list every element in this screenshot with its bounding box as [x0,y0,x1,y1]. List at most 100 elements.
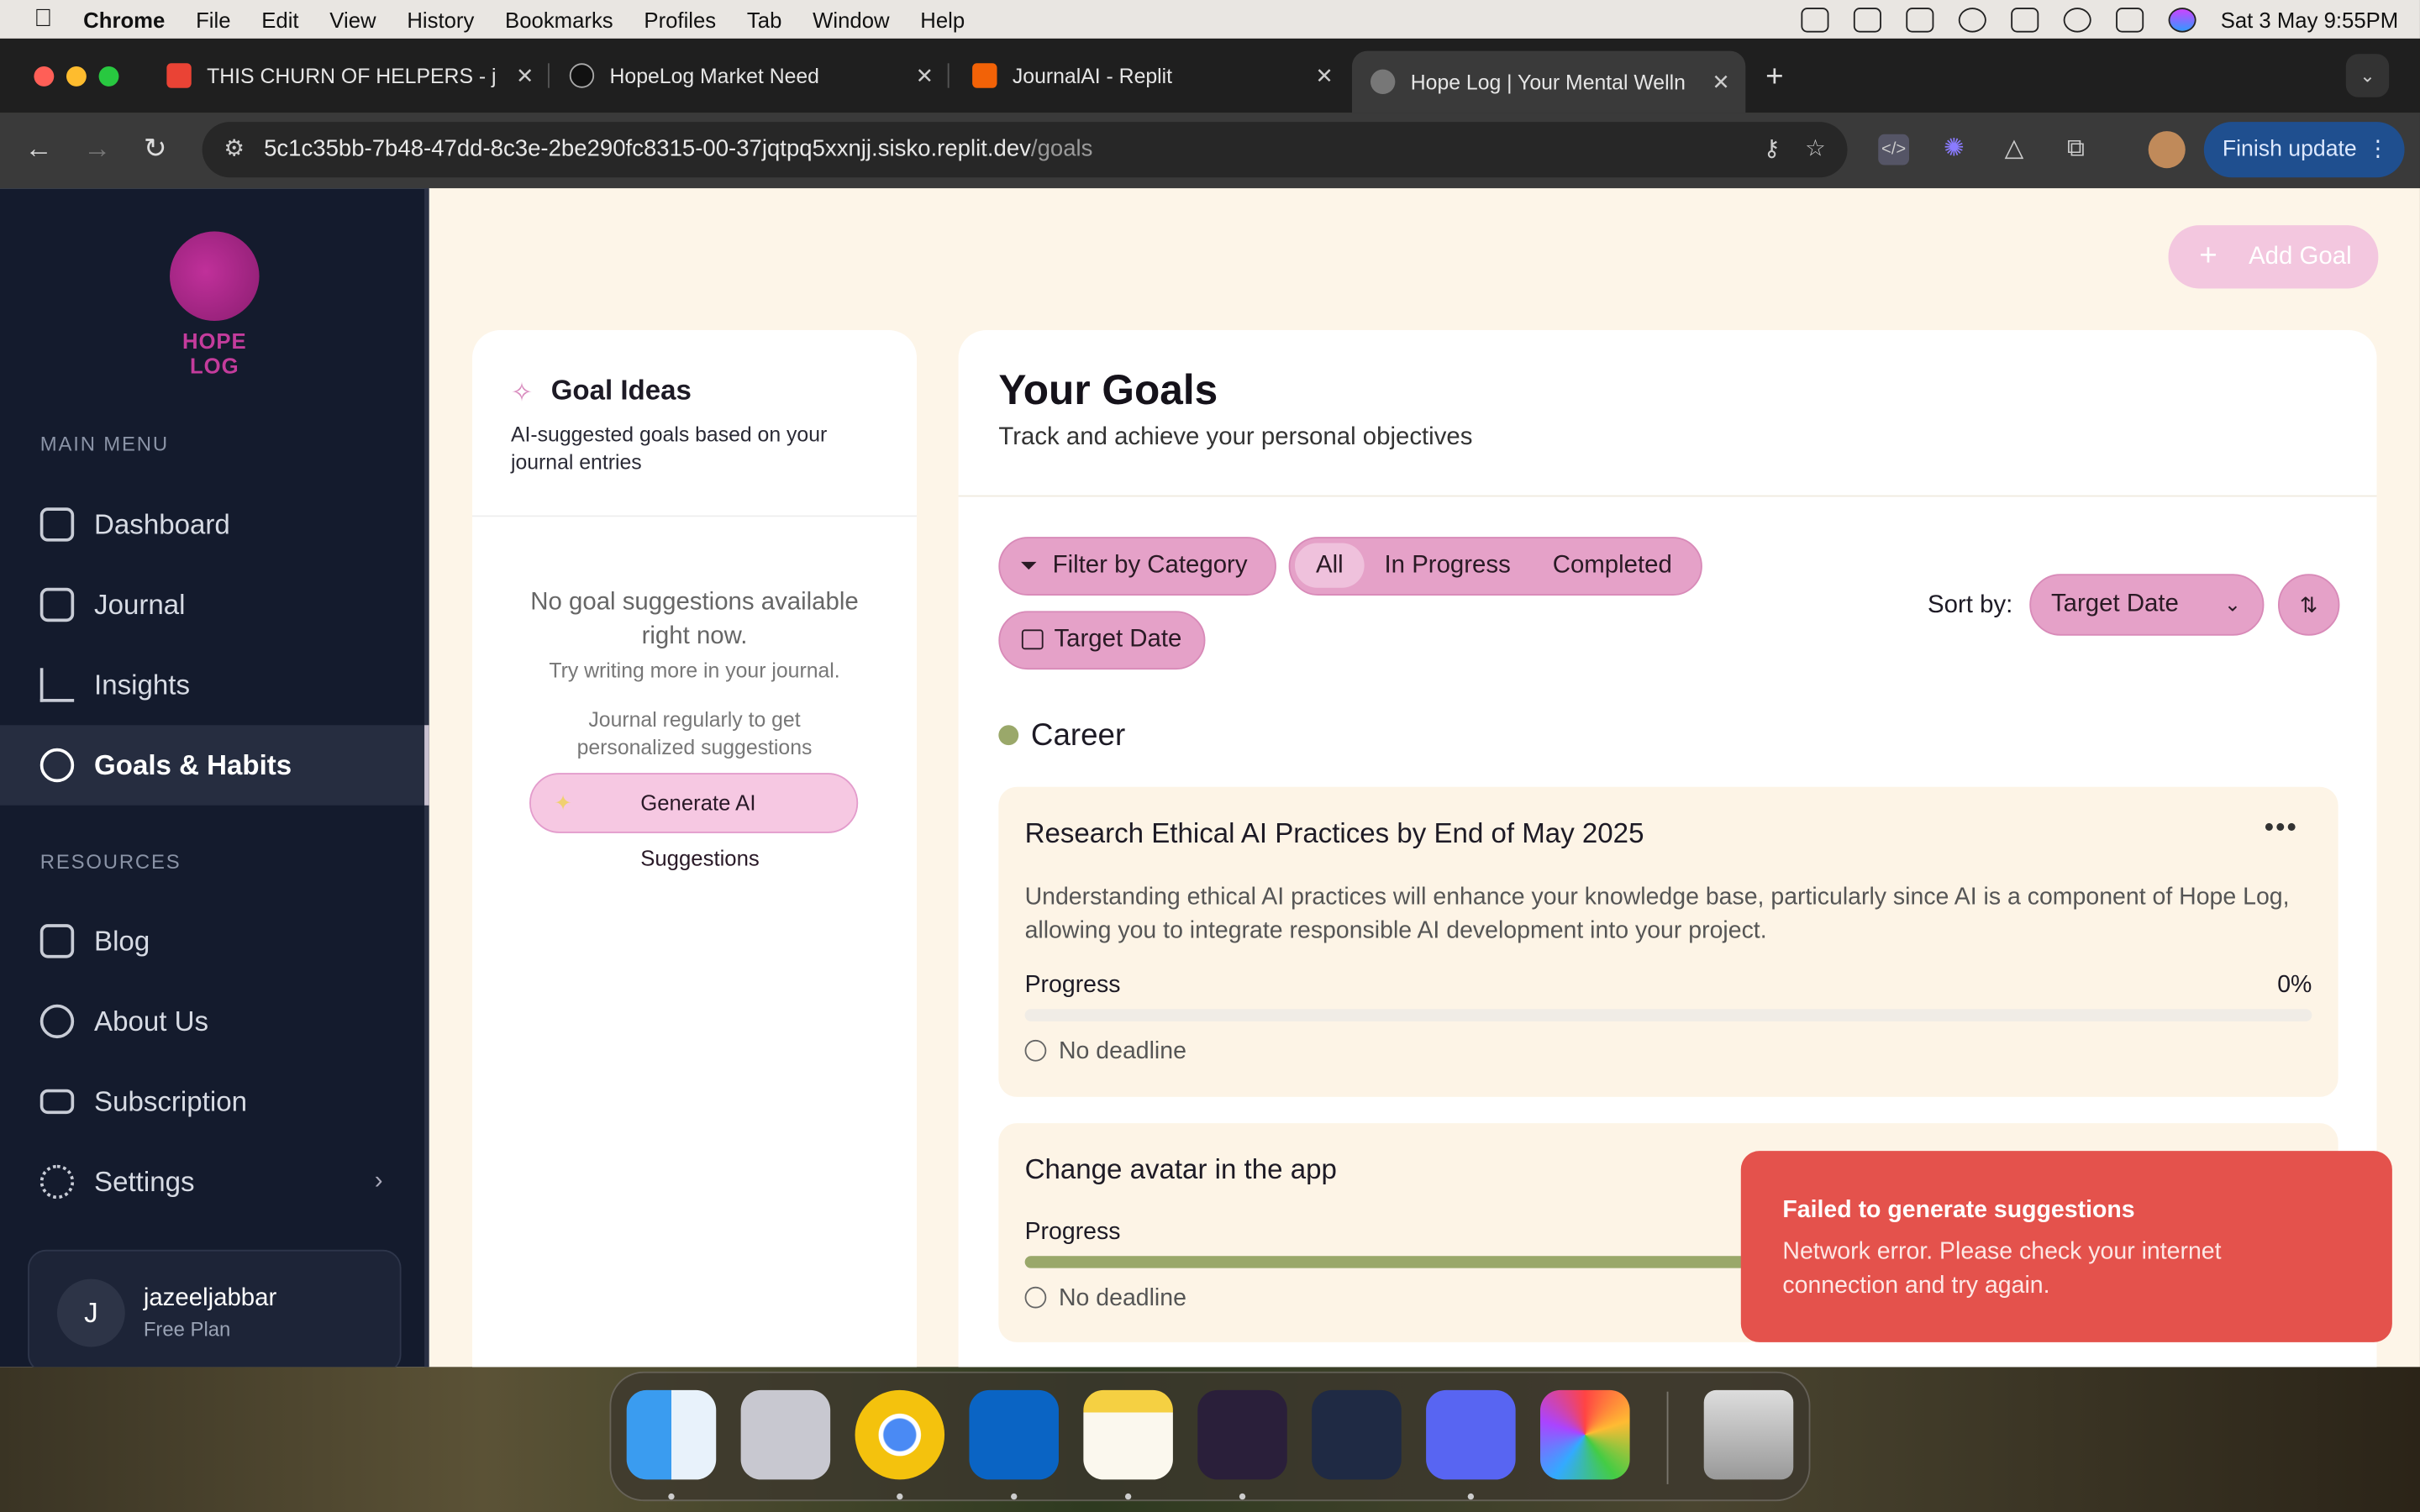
tab-hopelog-market[interactable]: HopeLog Market Need ✕ [551,51,950,101]
hope-log-logo[interactable]: HOPE LOG [160,231,269,378]
chevron-down-icon: ⌄ [2223,592,2241,616]
siri-icon[interactable] [2168,7,2196,32]
main-menu-heading: MAIN MENU [39,432,169,455]
outlook-icon[interactable] [969,1389,1059,1480]
drive-extension-icon[interactable]: △ [1999,134,2030,165]
address-bar[interactable]: ⚙ 5c1c35bb-7b48-47dd-8c3e-2be290fc8315-0… [202,122,1848,178]
window-controls [34,66,119,87]
finder-icon[interactable] [626,1389,717,1480]
goal-card[interactable]: Research Ethical AI Practices by End of … [998,786,2338,1097]
sidebar-item-dashboard[interactable]: Dashboard [0,485,429,565]
back-button[interactable]: ← [24,133,52,165]
menu-help[interactable]: Help [920,7,965,31]
segment-completed[interactable]: Completed [1553,538,1672,592]
finish-update-label: Finish update [2222,137,2357,162]
sidebar-item-about-us[interactable]: About Us [0,981,429,1062]
target-date-chip[interactable]: Target Date [998,611,1206,670]
apple-icon[interactable]:  [34,5,61,33]
sidebar-item-goals-habits[interactable]: Goals & Habits [0,725,429,806]
menu-view[interactable]: View [329,7,376,31]
clock[interactable]: Sat 3 May 9:55PM [2221,7,2399,31]
chrome-icon[interactable] [855,1389,945,1480]
more-options-icon[interactable]: ••• [2265,811,2298,844]
user-icon[interactable] [1958,7,1986,32]
obsidian-icon[interactable] [1197,1389,1287,1480]
divider [472,515,917,517]
password-key-icon[interactable]: ⚷ [1764,122,1781,177]
more-menu-icon[interactable]: ⋮ [2367,122,2390,177]
tab-title: HopeLog Market Need [609,64,820,87]
segment-all[interactable]: All [1294,543,1365,588]
sidebar-item-journal[interactable]: Journal [0,564,429,645]
sort-select[interactable]: Target Date ⌄ [2029,574,2265,636]
category-heading: Career [1030,718,1126,753]
menu-edit[interactable]: Edit [261,7,298,31]
goal-description: Understanding ethical AI practices will … [1024,884,2290,945]
sidebar-item-label: Insights [94,669,191,700]
external-link-icon [39,924,75,958]
new-tab-button[interactable]: + [1765,60,1783,96]
tab-replit[interactable]: JournalAI - Replit ✕ [954,51,1349,101]
sidebar-item-settings[interactable]: Settings › [0,1142,429,1222]
sidebar-item-label: Journal [94,588,186,620]
profile-avatar[interactable] [2148,131,2186,169]
segment-in-progress[interactable]: In Progress [1385,538,1511,592]
notes-icon[interactable] [1083,1389,1173,1480]
menu-tab[interactable]: Tab [747,7,781,31]
dev-extension-icon[interactable]: </> [1878,134,1909,165]
search-icon[interactable] [2063,7,2091,32]
add-goal-button[interactable]: + Add Goal [2168,225,2379,289]
error-toast[interactable]: Failed to generate suggestions Network e… [1740,1151,2392,1342]
menu-bookmarks[interactable]: Bookmarks [505,7,613,31]
extensions-puzzle-icon[interactable]: ⧉ [2060,134,2091,165]
sidebar-item-label: Blog [94,925,150,956]
close-tab-icon[interactable]: ✕ [1315,63,1334,89]
filter-label: Filter by Category [1052,552,1248,579]
url-path: /goals [1030,135,1093,162]
discord-icon[interactable] [1426,1389,1516,1480]
target-icon [39,748,75,783]
sidebar-item-subscription[interactable]: Subscription [0,1062,429,1142]
menu-window[interactable]: Window [813,7,889,31]
user-card[interactable]: J jazeeljabbar Free Plan [28,1249,402,1368]
tab-search-button[interactable]: ⌄ [2345,54,2390,97]
sparkles-icon: ✧ [510,377,534,407]
generate-ai-suggestions-button[interactable]: ✦ Generate AI Suggestions [529,773,859,870]
menu-profiles[interactable]: Profiles [644,7,716,31]
menu-app[interactable]: Chrome [83,7,165,31]
sparkle-extension-icon[interactable]: ✺ [1939,134,1970,165]
tab-gmail[interactable]: THIS CHURN OF HELPERS - j ✕ [148,51,550,101]
sort-direction-button[interactable]: ⇅ [2277,574,2340,636]
launchpad-icon[interactable] [740,1389,831,1480]
close-tab-icon[interactable]: ✕ [916,63,934,89]
site-info-icon[interactable]: ⚙ [224,122,245,177]
spark-mail-icon[interactable] [1312,1389,1402,1480]
replit-icon [972,63,997,88]
close-tab-icon[interactable]: ✕ [1712,70,1730,96]
sidebar-item-label: About Us [94,1005,209,1037]
tab-hope-log[interactable]: Hope Log | Your Mental Welln ✕ [1351,50,1746,113]
filter-by-category-button[interactable]: ⏷ Filter by Category [998,537,1276,596]
credit-card-icon [39,1089,75,1115]
outlook-status-icon[interactable] [1853,7,1881,32]
cloud-icon[interactable] [1801,7,1829,32]
minimize-window-button[interactable] [66,66,87,87]
finish-update-button[interactable]: Finish update ⋮ [2203,122,2405,178]
battery-icon[interactable] [1906,7,1934,32]
menu-file[interactable]: File [196,7,230,31]
sidebar-item-insights[interactable]: Insights [0,645,429,726]
close-window-button[interactable] [34,66,55,87]
reload-button[interactable]: ↻ [144,133,167,165]
status-segmented-control: All In Progress Completed [1288,537,1702,596]
close-tab-icon[interactable]: ✕ [516,63,534,89]
tab-title: Hope Log | Your Mental Welln [1410,70,1686,94]
bookmark-star-icon[interactable]: ☆ [1805,122,1826,177]
screen-mirror-icon[interactable] [2010,7,2039,32]
trash-icon[interactable] [1703,1389,1794,1480]
forward-button[interactable]: → [83,133,111,165]
control-center-icon[interactable] [2115,7,2144,32]
menu-history[interactable]: History [407,7,474,31]
zoom-window-button[interactable] [98,66,119,87]
sidebar-item-blog[interactable]: Blog [0,901,429,982]
photos-icon[interactable] [1540,1389,1630,1480]
